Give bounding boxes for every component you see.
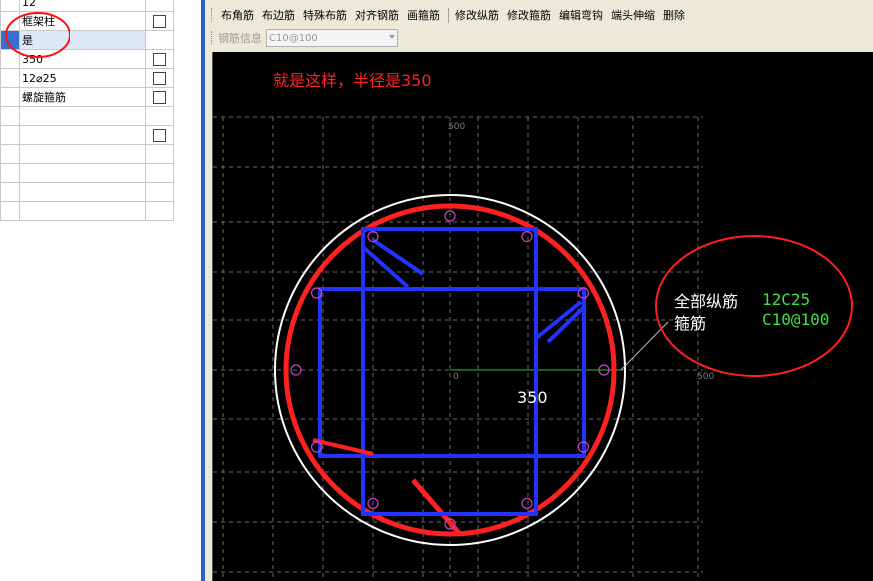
toolbar-button[interactable]: 修改箍筋 xyxy=(504,5,554,25)
property-row[interactable]: 螺旋箍筋 xyxy=(0,87,174,107)
drawing-canvas[interactable]: 就是这样，半径是350 500 0 500 350 全部纵筋 12C25 箍筋 … xyxy=(212,52,873,581)
row-header[interactable] xyxy=(0,68,20,88)
row-header[interactable] xyxy=(0,182,20,202)
rebar-info-select[interactable]: C10@100 xyxy=(266,29,398,47)
rebar-info-toolbar: 钢筋信息 C10@100 xyxy=(205,28,873,48)
stirrup-value[interactable]: C10@100 xyxy=(762,310,829,329)
property-checkbox-cell xyxy=(145,30,174,50)
row-header[interactable] xyxy=(0,144,20,164)
toolbar-separator xyxy=(448,7,449,23)
axis-tick-right: 500 xyxy=(697,372,715,382)
stirrup-hook xyxy=(371,238,425,276)
toolbar-button[interactable]: 端头伸缩 xyxy=(608,5,658,25)
property-row[interactable] xyxy=(0,106,174,126)
property-checkbox[interactable] xyxy=(153,14,166,28)
property-row[interactable] xyxy=(0,125,174,145)
row-header[interactable] xyxy=(0,106,20,126)
property-checkbox-cell xyxy=(145,0,174,12)
property-checkbox[interactable] xyxy=(153,71,166,85)
axis-tick-origin: 0 xyxy=(453,372,459,382)
property-checkbox[interactable] xyxy=(153,128,166,142)
toolbar-button[interactable]: 删除 xyxy=(660,5,688,25)
rect-stirrup-inner xyxy=(318,287,586,458)
longitudinal-rebar-value[interactable]: 12C25 xyxy=(762,290,810,309)
property-checkbox-cell xyxy=(145,201,174,221)
property-checkbox-cell xyxy=(145,11,174,31)
row-header[interactable] xyxy=(0,125,20,145)
toolbar-grip[interactable] xyxy=(211,31,214,45)
property-checkbox-cell xyxy=(145,182,174,202)
property-row[interactable] xyxy=(0,163,174,183)
property-value[interactable] xyxy=(19,125,146,145)
toolbar-group-edit: 修改纵筋 修改箍筋 编辑弯钩 端头伸缩 删除 xyxy=(452,5,690,25)
property-checkbox-cell xyxy=(145,87,174,107)
toolbar-button[interactable]: 对齐钢筋 xyxy=(352,5,402,25)
longitudinal-rebar xyxy=(521,497,533,509)
stirrup-label: 箍筋 xyxy=(674,314,707,333)
spiral-hook xyxy=(411,478,461,535)
toolbar-button[interactable]: 画箍筋 xyxy=(404,5,443,25)
radius-label: 350 xyxy=(517,388,548,407)
annotation-note: 就是这样，半径是350 xyxy=(273,71,432,90)
annotation-circle-left xyxy=(5,12,70,58)
property-value[interactable] xyxy=(19,163,146,183)
toolbar-button[interactable]: 编辑弯钩 xyxy=(556,5,606,25)
rebar-toolbar: 布角筋 布边筋 特殊布筋 对齐钢筋 画箍筋 修改纵筋 修改箍筋 编辑弯钩 端头伸缩 删除 xyxy=(205,4,873,26)
property-checkbox-cell xyxy=(145,125,174,145)
property-row[interactable] xyxy=(0,201,174,221)
property-checkbox-cell xyxy=(145,68,174,88)
property-value[interactable] xyxy=(19,182,146,202)
toolbar-button[interactable]: 特殊布筋 xyxy=(300,5,350,25)
stirrup-hook xyxy=(361,245,410,289)
toolbar-group-layout: 布角筋 布边筋 特殊布筋 对齐钢筋 画箍筋 xyxy=(218,5,445,25)
row-header[interactable] xyxy=(0,201,20,221)
rebar-info-label: 钢筋信息 xyxy=(218,32,262,45)
property-checkbox-cell xyxy=(145,106,174,126)
property-value[interactable]: 螺旋箍筋 xyxy=(19,87,146,107)
toolbar-button[interactable]: 布角筋 xyxy=(218,5,257,25)
property-grid: 12 框架柱是 350 12⌀25 螺旋箍筋 xyxy=(0,0,182,581)
property-value[interactable] xyxy=(19,144,146,164)
row-header[interactable] xyxy=(0,163,20,183)
rebar-info-value: C10@100 xyxy=(269,32,318,44)
toolbar-grip[interactable] xyxy=(211,8,214,22)
property-row[interactable] xyxy=(0,182,174,202)
property-value[interactable]: 12⌀25 xyxy=(19,68,146,88)
property-value[interactable] xyxy=(19,106,146,126)
property-checkbox-cell xyxy=(145,49,174,69)
property-row[interactable]: 12⌀25 xyxy=(0,68,174,88)
axis-tick-top: 500 xyxy=(448,122,466,132)
property-checkbox[interactable] xyxy=(153,52,166,66)
longitudinal-rebar-label: 全部纵筋 xyxy=(674,292,739,311)
property-checkbox-cell xyxy=(145,144,174,164)
longitudinal-rebar xyxy=(521,231,533,243)
property-value[interactable] xyxy=(19,201,146,221)
toolbar-button[interactable]: 修改纵筋 xyxy=(452,5,502,25)
editor-pane: 布角筋 布边筋 特殊布筋 对齐钢筋 画箍筋 修改纵筋 修改箍筋 编辑弯钩 端头伸缩 删除 钢筋信… xyxy=(205,0,873,581)
toolbar-button[interactable]: 布边筋 xyxy=(259,5,298,25)
property-row[interactable] xyxy=(0,144,174,164)
row-header[interactable] xyxy=(0,87,20,107)
property-checkbox[interactable] xyxy=(153,90,166,104)
chevron-down-icon[interactable] xyxy=(389,35,395,39)
property-checkbox-cell xyxy=(145,163,174,183)
